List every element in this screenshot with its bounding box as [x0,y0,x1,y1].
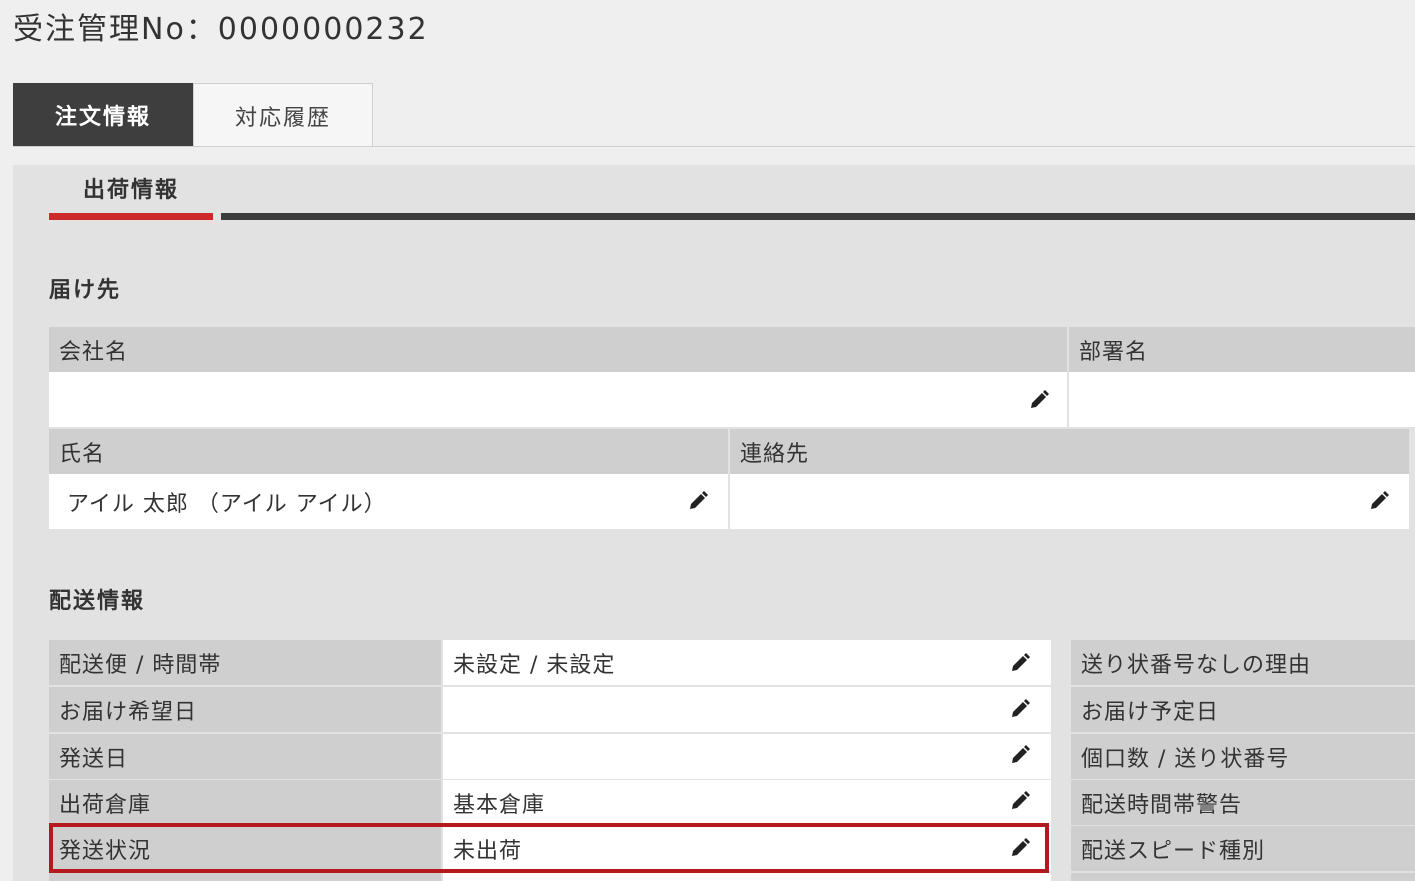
shipping-label-warehouse: 出荷倉庫 [49,780,441,825]
status-row-highlight [49,823,1049,873]
company-field[interactable] [49,372,1067,427]
contact-field[interactable] [730,474,1409,529]
pencil-icon[interactable] [1010,791,1030,811]
department-field[interactable] [1069,372,1415,427]
pencil-icon[interactable] [1010,699,1030,719]
name-value: アイル 太郎 （アイル アイル） [67,491,387,517]
tab-order-info[interactable]: 注文情報 [13,83,193,147]
shipping-label-ship-date: 発送日 [49,734,441,779]
shipping-label-parcel-count: 個口数 / 送り状番号 [1071,734,1415,779]
shipping-value-ship-date[interactable] [443,734,1051,779]
shipping-value-carrier-time[interactable]: 未設定 / 未設定 [443,640,1051,685]
shipping-label-time-warning: 配送時間帯警告 [1071,780,1415,825]
tab-history[interactable]: 対応履歴 [193,83,373,147]
shipping-section-title: 配送情報 [49,589,146,614]
contact-label: 連絡先 [730,429,1409,474]
pencil-icon[interactable] [1010,653,1030,673]
pencil-icon[interactable] [1029,390,1049,410]
name-label: 氏名 [49,429,728,474]
name-field[interactable]: アイル 太郎 （アイル アイル） [49,474,728,529]
company-label: 会社名 [49,327,1067,372]
pencil-icon[interactable] [1369,491,1389,511]
shipping-label-next [49,873,441,881]
shipping-label-no-slip-reason: 送り状番号なしの理由 [1071,640,1415,685]
shipping-value-desired-date[interactable] [443,687,1051,732]
department-label: 部署名 [1069,327,1415,372]
subtab-active-indicator [49,213,213,220]
shipping-label-speed-type: 配送スピード種別 [1071,826,1415,871]
shipping-value-next [443,873,1051,881]
shipping-label-scheduled-date: お届け予定日 [1071,687,1415,732]
tabs-divider [13,146,1415,147]
shipping-label-carrier-time: 配送便 / 時間帯 [49,640,441,685]
recipient-section-title: 届け先 [49,278,122,303]
subtab-rule [221,213,1415,220]
subtab-shipping-info[interactable]: 出荷情報 [49,172,213,204]
shipping-value-warehouse[interactable]: 基本倉庫 [443,780,1051,825]
page-title: 受注管理No：0000000232 [13,12,429,47]
pencil-icon[interactable] [1010,745,1030,765]
pencil-icon[interactable] [688,491,708,511]
shipping-label-desired-date: お届け希望日 [49,687,441,732]
shipping-right-next [1071,873,1415,881]
